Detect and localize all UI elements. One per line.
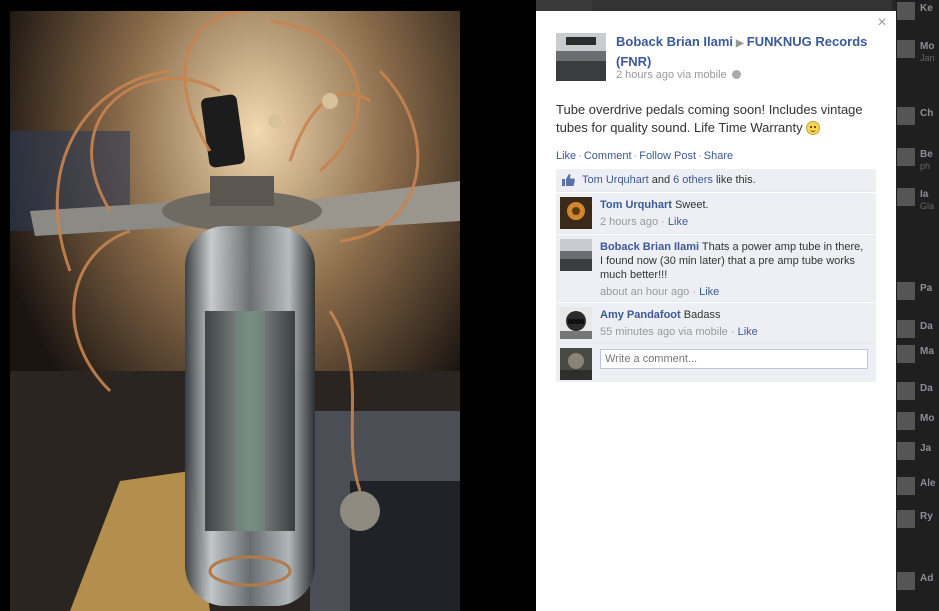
ticker-sidebar: Ke Mo Jan Ch Be ph Ia Gla Pa Da Ma Da Mo Ja Ale Ry Ad: [896, 0, 939, 611]
globe-icon: [731, 70, 741, 79]
thumbs-up-icon: [562, 174, 575, 186]
comment-like-link[interactable]: Like: [699, 286, 719, 298]
ticker-name: Be: [920, 149, 933, 160]
ticker-item[interactable]: Ch: [896, 105, 939, 133]
ticker-item[interactable]: Da: [896, 318, 939, 346]
feedback-section: Tom Urquhart and 6 others like this. Tom…: [556, 169, 876, 382]
author-avatar[interactable]: [556, 33, 606, 81]
comment-link[interactable]: Comment: [584, 150, 632, 162]
likes-and-text: and: [651, 174, 671, 186]
ticker-avatar: [897, 477, 915, 495]
ticker-avatar: [897, 282, 915, 300]
comment-item: Tom Urquhart Sweet. 2 hours ago · Like: [556, 192, 876, 234]
follow-post-link[interactable]: Follow Post: [639, 150, 696, 162]
ticker-name: Pa: [920, 283, 933, 294]
ticker-item[interactable]: Ja: [896, 440, 939, 468]
ticker-avatar: [897, 148, 915, 166]
author-name-link[interactable]: Boback Brian Ilami: [616, 34, 733, 49]
comment-time[interactable]: 2 hours ago: [600, 216, 658, 228]
liker-name-link[interactable]: Tom Urquhart: [582, 174, 649, 186]
ticker-name: Ry: [920, 511, 933, 522]
comment-like-link[interactable]: Like: [738, 326, 758, 338]
comment-like-link[interactable]: Like: [668, 216, 688, 228]
ticker-name: Mo: [920, 41, 935, 52]
ticker-name: Ch: [920, 108, 934, 119]
ticker-item[interactable]: Ke: [896, 0, 939, 28]
ticker-item[interactable]: Ia Gla: [896, 186, 939, 214]
ticker-item[interactable]: Be ph: [896, 146, 939, 174]
ticker-name: Mo: [920, 413, 935, 424]
likes-summary: Tom Urquhart and 6 others like this.: [556, 169, 876, 192]
others-link[interactable]: 6 others: [673, 174, 713, 186]
ticker-name: Ke: [920, 3, 933, 14]
ticker-item[interactable]: Ry: [896, 508, 939, 536]
comment-text: Badass: [683, 309, 721, 321]
ticker-avatar: [897, 510, 915, 528]
close-icon[interactable]: ×: [875, 15, 889, 31]
ticker-sub: Gla: [920, 201, 935, 211]
commenter-avatar[interactable]: [560, 197, 592, 229]
ticker-name: Ale: [920, 478, 936, 489]
smiley-icon: [806, 121, 821, 135]
comment-item: Amy Pandafoot Badass 55 minutes ago via …: [556, 302, 876, 344]
post-meta: 2 hours ago via mobile: [616, 69, 741, 81]
comment-time[interactable]: about an hour ago: [600, 286, 689, 298]
ticker-name: Ad: [920, 573, 934, 584]
post-photo[interactable]: [10, 11, 460, 611]
ticker-sub: ph: [920, 161, 931, 171]
like-link[interactable]: Like: [556, 150, 576, 162]
car-interior-avatar: [556, 33, 606, 81]
ticker-avatar: [897, 2, 915, 20]
post-text: Tube overdrive pedals coming soon! Inclu…: [556, 101, 881, 137]
write-comment-input[interactable]: Write a comment...: [600, 349, 868, 369]
ticker-name: Da: [920, 321, 933, 332]
commenter-avatar[interactable]: [560, 239, 592, 271]
vacuum-tube-photo: [10, 11, 460, 611]
viewer-avatar: [560, 348, 592, 380]
commenter-name[interactable]: Amy Pandafoot: [600, 309, 681, 321]
comment-composer: Write a comment...: [556, 344, 876, 382]
ticker-item[interactable]: Mo Jan: [896, 38, 939, 66]
ticker-item[interactable]: Ale: [896, 475, 939, 503]
ticker-avatar: [897, 40, 915, 58]
ticker-item[interactable]: Pa: [896, 280, 939, 308]
ticker-item[interactable]: Ma: [896, 343, 939, 371]
ticker-item[interactable]: Mo: [896, 410, 939, 438]
ticker-avatar: [897, 382, 915, 400]
ticker-avatar: [897, 107, 915, 125]
top-bar-right: [592, 0, 892, 11]
ticker-name: Da: [920, 383, 933, 394]
post-timestamp[interactable]: 2 hours ago via mobile: [616, 69, 727, 81]
ticker-avatar: [897, 320, 915, 338]
ticker-avatar: [897, 188, 915, 206]
ticker-name: Ma: [920, 346, 934, 357]
ticker-avatar: [897, 412, 915, 430]
ticker-item[interactable]: Ad: [896, 570, 939, 598]
comment-time[interactable]: 55 minutes ago via mobile: [600, 326, 728, 338]
triangle-right-icon: ▶: [736, 38, 744, 49]
commenter-name[interactable]: Tom Urquhart: [600, 199, 672, 211]
ticker-avatar: [897, 442, 915, 460]
ticker-avatar: [897, 345, 915, 363]
ticker-name: Ia: [920, 189, 929, 200]
commenter-avatar[interactable]: [560, 307, 592, 339]
photo-stage: [0, 0, 536, 611]
share-link[interactable]: Share: [704, 150, 733, 162]
post-actions: Like · Comment · Follow Post · Share: [556, 150, 734, 162]
post-header: Boback Brian Ilami ▶ FUNKNUG Records (FNR): [616, 33, 876, 71]
likes-suffix: like this.: [715, 174, 756, 186]
comment-item: Boback Brian Ilami Thats a power amp tub…: [556, 234, 876, 302]
commenter-name[interactable]: Boback Brian Ilami: [600, 241, 699, 253]
ticker-avatar: [897, 572, 915, 590]
ticker-name: Ja: [920, 443, 932, 454]
comment-text: Sweet.: [674, 199, 709, 211]
ticker-sub: Jan: [920, 53, 935, 63]
post-panel: × Boback Brian Ilami ▶ FUNKNUG Records (FN…: [536, 11, 896, 611]
ticker-item[interactable]: Da: [896, 380, 939, 408]
